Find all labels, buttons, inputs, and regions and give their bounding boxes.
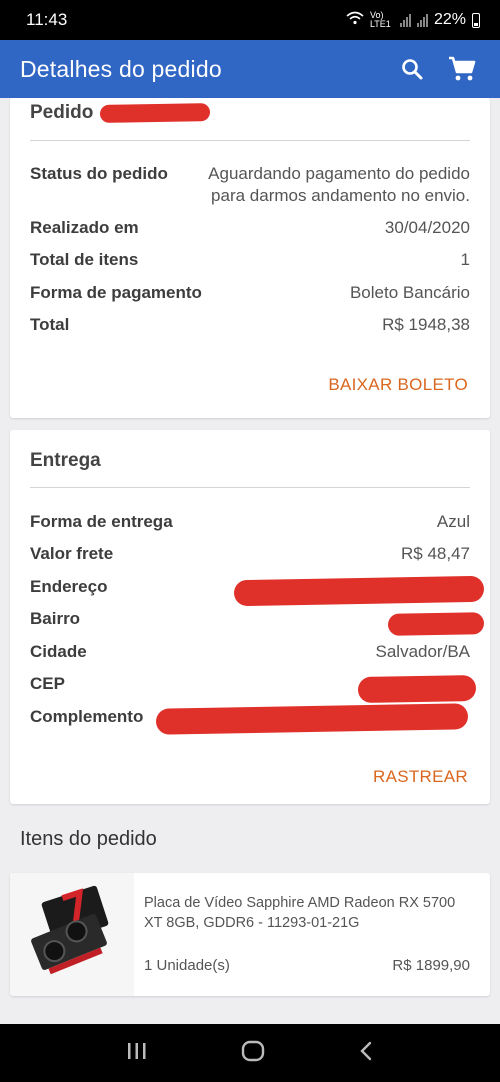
app-bar: Detalhes do pedido	[0, 40, 500, 98]
order-card: Pedido Status do pedido Aguardando pagam…	[10, 98, 490, 418]
status-icons: Vo) LTE1 22%	[346, 11, 480, 30]
home-icon[interactable]	[241, 1040, 265, 1067]
back-icon[interactable]	[358, 1040, 374, 1067]
divider	[30, 487, 470, 488]
placed-row: Realizado em 30/04/2020	[30, 216, 470, 240]
items-section-title: Itens do pedido	[20, 828, 157, 850]
search-button[interactable]	[394, 51, 430, 87]
method-value: Azul	[436, 512, 470, 531]
product-image	[10, 873, 134, 996]
cart-icon	[449, 56, 476, 81]
delivery-card: Entrega Forma de entrega Azul Valor fret…	[10, 430, 490, 804]
placed-label: Realizado em	[30, 218, 139, 237]
payment-row: Forma de pagamento Boleto Bancário	[30, 281, 470, 305]
redaction-order-number	[99, 103, 211, 123]
method-label: Forma de entrega	[30, 512, 173, 531]
divider	[30, 140, 470, 141]
wifi-icon	[346, 11, 364, 30]
clock: 11:43	[26, 10, 68, 29]
product-quantity: 1 Unidade(s)	[144, 957, 230, 974]
battery-icon	[472, 12, 480, 28]
placed-value: 30/04/2020	[384, 218, 470, 237]
freight-row: Valor frete R$ 48,47	[30, 542, 470, 566]
payment-value: Boleto Bancário	[349, 283, 470, 302]
items-label: Total de itens	[30, 250, 139, 269]
status-value: Aguardando pagamento do pedido para darm…	[208, 164, 470, 205]
network-label: Vo) LTE1	[369, 10, 391, 29]
cart-button[interactable]	[444, 51, 480, 87]
payment-label: Forma de pagamento	[30, 283, 202, 302]
redaction-complement	[155, 703, 469, 735]
address-label: Endereço	[30, 577, 108, 596]
items-row: Total de itens 1	[30, 248, 470, 272]
product-price: R$ 1899,90	[392, 957, 470, 974]
page-title: Detalhes do pedido	[20, 55, 222, 82]
complement-label: Complemento	[30, 707, 144, 726]
search-icon	[402, 59, 423, 80]
freight-value: R$ 48,47	[401, 544, 470, 563]
total-label: Total	[30, 315, 70, 334]
items-value: 1	[460, 250, 470, 269]
track-button[interactable]: RASTREAR	[373, 767, 468, 787]
zip-label: CEP	[30, 674, 65, 693]
redaction-zip	[357, 674, 477, 704]
redaction-address	[233, 575, 485, 607]
freight-label: Valor frete	[30, 544, 114, 563]
redaction-district	[387, 612, 485, 636]
system-nav-bar	[0, 1024, 500, 1082]
district-label: Bairro	[30, 609, 81, 628]
status-label: Status do pedido	[30, 164, 168, 183]
recent-apps-icon[interactable]	[126, 1041, 148, 1066]
total-value: R$ 1948,38	[382, 315, 470, 334]
delivery-title: Entrega	[30, 450, 101, 471]
signal-icon	[416, 13, 428, 27]
battery-label: 22%	[433, 11, 466, 28]
city-row: Cidade Salvador/BA	[30, 640, 470, 664]
city-value: Salvador/BA	[375, 642, 471, 661]
status-bar: 11:43 Vo) LTE1 22%	[0, 0, 500, 40]
total-row: Total R$ 1948,38	[30, 313, 470, 337]
signal-icon	[399, 13, 411, 27]
order-title: Pedido	[30, 102, 94, 123]
download-boleto-button[interactable]: BAIXAR BOLETO	[328, 375, 468, 395]
city-label: Cidade	[30, 642, 87, 661]
order-item[interactable]: Placa de Vídeo Sapphire AMD Radeon RX 57…	[10, 873, 490, 996]
product-name: Placa de Vídeo Sapphire AMD Radeon RX 57…	[144, 895, 456, 931]
method-row: Forma de entrega Azul	[30, 510, 470, 534]
